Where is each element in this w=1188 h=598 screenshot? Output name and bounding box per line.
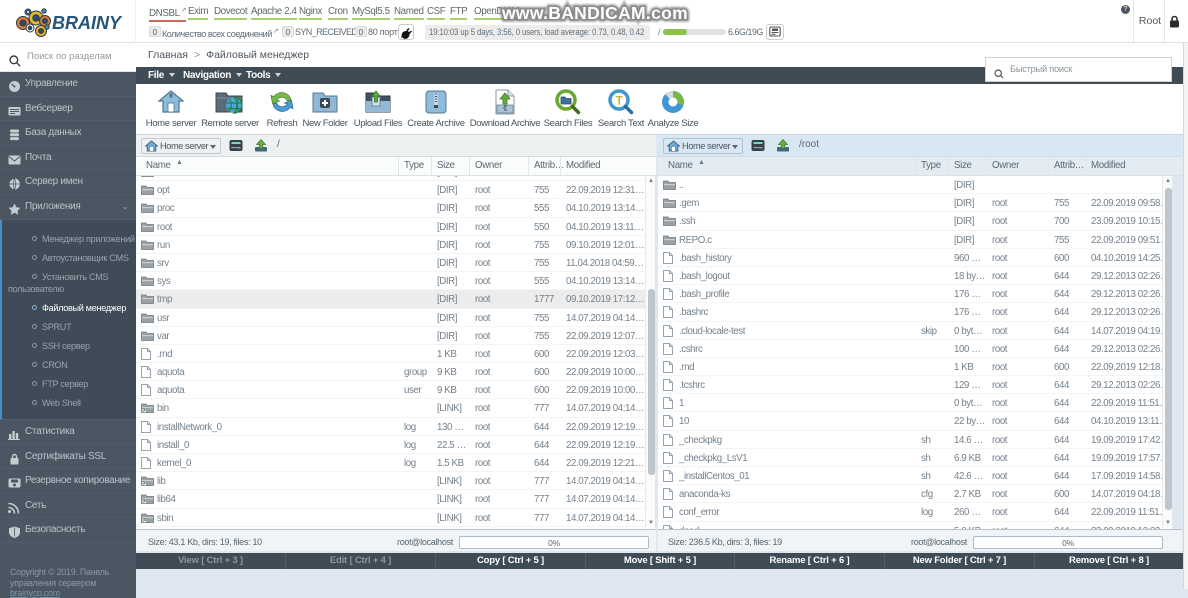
svg-text:www.BANDICAM.com: www.BANDICAM.com [501, 3, 688, 23]
